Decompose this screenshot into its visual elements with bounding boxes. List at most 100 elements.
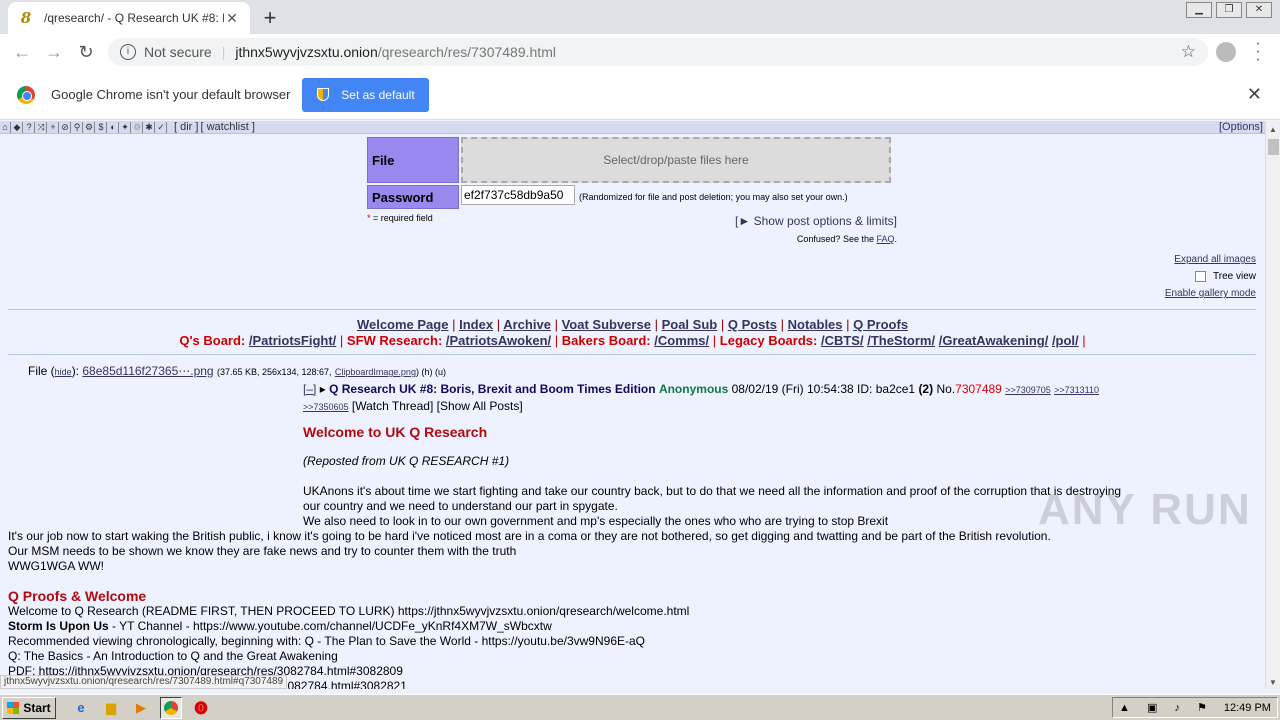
post-header: [–] ▸ Q Research UK #8: Boris, Brexit an… [303, 381, 1233, 415]
post-line: Our MSM needs to be shown we know they a… [8, 544, 517, 558]
browser-tab[interactable]: 8 /qresearch/ - Q Research UK #8: Bo ✕ [8, 2, 250, 34]
back-icon[interactable]: ← [6, 42, 38, 63]
post-form: File Select/drop/paste files here Passwo… [367, 137, 897, 244]
legacy-greatawakening-link[interactable]: /GreatAwakening/ [939, 333, 1049, 348]
clock[interactable]: 12:49 PM [1224, 702, 1271, 714]
reload-icon[interactable]: ↻ [70, 42, 102, 63]
bug-icon[interactable]: ✱ [144, 121, 155, 133]
tree-view-label: Tree view [1213, 271, 1256, 283]
scroll-down-icon[interactable]: ▼ [1269, 678, 1277, 687]
nav-voat[interactable]: Voat Subverse [562, 317, 651, 332]
address-bar[interactable]: i Not secure | jthnx5wyvjvzsxtu.onion/qr… [108, 38, 1208, 66]
nav-archive[interactable]: Archive [503, 317, 551, 332]
shuffle-icon[interactable]: ⤨ [36, 121, 47, 133]
file-label: File [367, 137, 459, 183]
flag-icon[interactable]: ⚑ [1197, 701, 1207, 714]
url-path: /qresearch/res/7307489.html [377, 44, 556, 60]
check-icon[interactable]: ✓ [156, 121, 167, 133]
nav-notables[interactable]: Notables [788, 317, 843, 332]
legacy-pol-link[interactable]: /pol/ [1052, 333, 1079, 348]
search-icon[interactable]: ⚲ [72, 121, 83, 133]
scroll-up-icon[interactable]: ▲ [1269, 125, 1277, 134]
show-all-posts-link[interactable]: [Show All Posts] [437, 399, 523, 413]
tree-view-checkbox[interactable] [1195, 271, 1207, 282]
chrome-taskbar-icon[interactable] [160, 696, 182, 719]
nav-welcome[interactable]: Welcome Page [357, 317, 449, 332]
forward-icon[interactable]: → [38, 42, 70, 63]
default-browser-infobar: Google Chrome isn't your default browser… [0, 70, 1280, 120]
watch-thread-link[interactable]: [Watch Thread] [352, 399, 433, 413]
twitter-icon[interactable]: ✦ [120, 121, 131, 133]
nav-qposts[interactable]: Q Posts [728, 317, 777, 332]
infobar-message: Google Chrome isn't your default browser [51, 87, 291, 102]
right-links: Expand all images Tree view Enable galle… [1165, 254, 1256, 305]
nav-index[interactable]: Index [459, 317, 493, 332]
help-icon[interactable]: ? [24, 121, 35, 133]
reply-link[interactable]: >>7309705 [1005, 385, 1051, 395]
nav-poal[interactable]: Poal Sub [662, 317, 718, 332]
bakers-link[interactable]: /Comms/ [654, 333, 709, 348]
media-player-icon[interactable]: ▶ [130, 697, 152, 719]
menu-dots-icon[interactable]: · · · [1252, 36, 1264, 68]
tab-close-icon[interactable]: ✕ [224, 10, 240, 27]
bookmark-star-icon[interactable]: ☆ [1181, 42, 1196, 62]
hide-link[interactable]: hide [55, 367, 72, 377]
scroll-thumb[interactable] [1268, 139, 1279, 155]
faq-link[interactable]: FAQ [876, 234, 894, 244]
file-info: File (hide): 68e85d116f27365⋯.png (37.65… [28, 364, 446, 378]
post-number[interactable]: 7307489 [955, 382, 1002, 396]
volume-icon[interactable]: ♪ [1174, 702, 1180, 714]
expand-all-images-link[interactable]: Expand all images [1174, 254, 1256, 265]
gallery-mode-link[interactable]: Enable gallery mode [1165, 288, 1256, 299]
legacy-cbts-link[interactable]: /CBTS/ [821, 333, 864, 348]
password-label: Password [367, 185, 459, 209]
shield-icon [317, 88, 330, 101]
infobar-close-icon[interactable]: ✕ [1247, 84, 1262, 105]
recycle-icon[interactable]: ♲ [132, 121, 143, 133]
post-line: (Reposted from UK Q RESEARCH #1) [303, 454, 510, 468]
reply-link[interactable]: >>7350605 [303, 402, 349, 412]
stop-icon[interactable]: ⓿ [190, 697, 212, 719]
ie-icon[interactable]: e [70, 697, 92, 719]
options-link[interactable]: [Options] [1219, 121, 1263, 133]
close-window-button[interactable]: ✕ [1246, 2, 1272, 18]
home-icon[interactable]: ⌂ [0, 121, 11, 133]
plus-icon[interactable]: + [48, 121, 59, 133]
board-toolbar: ⌂ ◆ ? ⤨ + ⊘ ⚲ ⚙ $ ◐ ✦ ♲ ✱ ✓ [ dir ] [ wa… [0, 121, 1265, 134]
gear-icon[interactable]: ⚙ [84, 121, 95, 133]
info-icon[interactable]: i [120, 44, 136, 60]
nav-qproofs[interactable]: Q Proofs [853, 317, 908, 332]
separator: | [221, 44, 226, 60]
set-default-button[interactable]: Set as default [302, 77, 430, 112]
ban-icon[interactable]: ⊘ [60, 121, 71, 133]
board-icons: ⌂ ◆ ? ⤨ + ⊘ ⚲ ⚙ $ ◐ ✦ ♲ ✱ ✓ [0, 121, 168, 133]
hide-thread-toggle[interactable]: [–] [303, 382, 316, 396]
qboard-link[interactable]: /PatriotsFight/ [249, 333, 336, 348]
post-menu-arrow-icon[interactable]: ▸ [320, 382, 326, 396]
file-dropzone[interactable]: Select/drop/paste files here [461, 137, 891, 183]
file-link[interactable]: 68e85d116f27365⋯.png [82, 364, 213, 378]
sfw-link[interactable]: /PatriotsAwoken/ [446, 333, 551, 348]
reply-link[interactable]: >>7313110 [1054, 385, 1099, 395]
minimize-button[interactable]: ▁ [1186, 2, 1212, 18]
tag-icon[interactable]: ◆ [12, 121, 23, 133]
contrast-icon[interactable]: ◐ [108, 121, 119, 133]
original-file-link[interactable]: ClipboardImage.png [335, 367, 416, 377]
window-controls: ▁ ❐ ✕ [1186, 2, 1272, 18]
profile-avatar[interactable] [1216, 42, 1236, 62]
restore-button[interactable]: ❐ [1216, 2, 1242, 18]
divider [8, 309, 1256, 310]
new-tab-button[interactable]: + [258, 5, 282, 31]
poster-id: ID: ba2ce1 [857, 382, 916, 396]
network-icon[interactable]: ▣ [1147, 701, 1157, 714]
page-scrollbar[interactable]: ▲ ▼ [1265, 121, 1280, 689]
watchlist-link[interactable]: [ watchlist ] [200, 121, 254, 133]
show-post-options-link[interactable]: [► Show post options & limits] [735, 214, 897, 228]
tray-arrow-icon[interactable]: ▲ [1119, 702, 1130, 714]
start-button[interactable]: Start [2, 696, 56, 719]
dir-link[interactable]: [ dir ] [174, 121, 198, 133]
folder-icon[interactable]: ▆ [100, 697, 122, 719]
legacy-thestorm-link[interactable]: /TheStorm/ [867, 333, 935, 348]
password-input[interactable]: ef2f737c58db9a50 [461, 185, 575, 205]
dollar-icon[interactable]: $ [96, 121, 107, 133]
